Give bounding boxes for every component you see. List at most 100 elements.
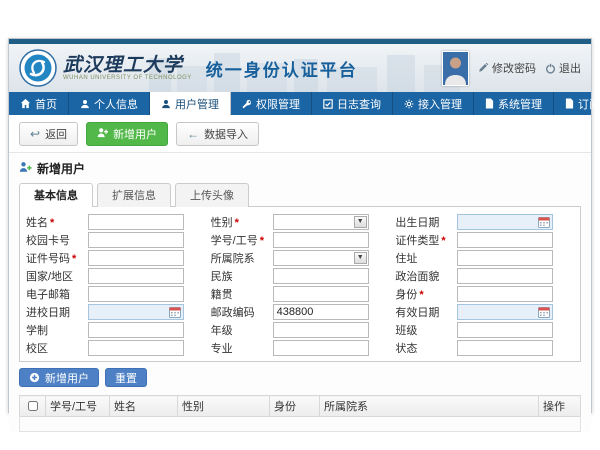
campus-field[interactable] (88, 340, 184, 356)
gear-icon (404, 99, 414, 109)
column-header: 操作 (539, 396, 581, 417)
back-icon: ↩ (30, 128, 40, 140)
entry-date-label: 进校日期 (26, 304, 88, 320)
key-icon (242, 99, 252, 109)
form-cell-class: 班级 (395, 321, 576, 338)
form-cell-valid-date: 有效日期 (395, 303, 576, 320)
form-cell-campus: 校区 (26, 339, 207, 356)
tab-upload-avatar[interactable]: 上传头像 (175, 183, 249, 207)
nav-item-home[interactable]: 首页 (9, 92, 69, 115)
education-length-label: 学制 (26, 322, 88, 338)
political-status-field[interactable] (457, 268, 553, 284)
add-user-toolbar-button[interactable]: 新增用户 (86, 122, 168, 146)
education-length-field[interactable] (88, 322, 184, 338)
grade-field[interactable] (273, 322, 369, 338)
gender-select[interactable]: ▼ (273, 214, 369, 230)
entry-date-field[interactable] (88, 304, 184, 320)
table-header-row: 学号/工号姓名性别身份所属院系操作 (20, 396, 581, 417)
change-password-link[interactable]: 修改密码 (478, 60, 536, 76)
nav-item-access[interactable]: 接入管理 (393, 92, 474, 115)
nav-item-label: 系统管理 (498, 96, 542, 112)
major-label: 专业 (211, 340, 273, 356)
form-cell-student-id: 学号/工号* (211, 231, 392, 248)
change-password-label: 修改密码 (492, 60, 536, 76)
university-name: 武汉理工大学 (63, 55, 192, 75)
email-field[interactable] (88, 286, 184, 302)
nav-item-users[interactable]: 用户管理 (150, 92, 231, 115)
identity-field[interactable] (457, 286, 553, 302)
name-field[interactable] (88, 214, 184, 230)
email-label: 电子邮箱 (26, 286, 88, 302)
form-cell-birth-date: 出生日期 (395, 213, 576, 230)
nav-item-permissions[interactable]: 权限管理 (231, 92, 312, 115)
class-field[interactable] (457, 322, 553, 338)
chevron-down-icon[interactable]: ▼ (354, 216, 367, 228)
nav-item-label: 用户管理 (175, 96, 219, 112)
id-type-field[interactable] (457, 232, 553, 248)
calendar-icon[interactable] (169, 306, 181, 318)
tab-basic-info[interactable]: 基本信息 (19, 183, 93, 207)
tab-extended-info[interactable]: 扩展信息 (97, 183, 171, 207)
user-icon (80, 99, 90, 109)
campus-card-field[interactable] (88, 232, 184, 248)
chevron-down-icon[interactable]: ▼ (354, 252, 367, 264)
status-field[interactable] (457, 340, 553, 356)
submit-add-user-button[interactable]: 新增用户 (19, 368, 99, 387)
reset-button[interactable]: 重置 (105, 368, 147, 387)
nav-item-subscription[interactable]: 订阅管理 (554, 92, 600, 115)
reset-label: 重置 (115, 370, 137, 386)
user-avatar[interactable] (442, 51, 469, 86)
add-user-toolbar-label: 新增用户 (113, 126, 157, 142)
form-grid: 姓名*性别*▼出生日期校园卡号学号/工号*证件类型*证件号码*所属院系▼住址国家… (26, 213, 576, 356)
student-id-field[interactable] (273, 232, 369, 248)
file-icon (565, 98, 574, 109)
address-field[interactable] (457, 250, 553, 266)
table-empty-row (20, 417, 581, 432)
empty-cell (20, 417, 581, 432)
native-place-field[interactable] (273, 286, 369, 302)
power-icon (545, 63, 556, 74)
valid-date-field[interactable] (457, 304, 553, 320)
ethnicity-field[interactable] (273, 268, 369, 284)
country-field[interactable] (88, 268, 184, 284)
form-cell-identity: 身份* (395, 285, 576, 302)
nav-item-label: 个人信息 (94, 96, 138, 112)
form-cell-id-type: 证件类型* (395, 231, 576, 248)
nav-item-label: 日志查询 (337, 96, 381, 112)
department-select[interactable]: ▼ (273, 250, 369, 266)
toolbar: ↩ 返回 新增用户 ← 数据导入 (9, 115, 591, 153)
form-cell-status: 状态 (395, 339, 576, 356)
nav-item-profile[interactable]: 个人信息 (69, 92, 150, 115)
form-cell-department: 所属院系▼ (211, 249, 392, 266)
form-cell-country: 国家/地区 (26, 267, 207, 284)
major-field[interactable] (273, 340, 369, 356)
valid-date-label: 有效日期 (395, 304, 457, 320)
required-asterisk: * (260, 235, 264, 247)
required-asterisk: * (419, 289, 423, 301)
back-button[interactable]: ↩ 返回 (19, 122, 78, 146)
logout-link[interactable]: 退出 (545, 60, 581, 76)
birth-date-field[interactable] (457, 214, 553, 230)
form-cell-address: 住址 (395, 249, 576, 266)
calendar-icon[interactable] (538, 216, 550, 228)
form-cell-campus-card: 校园卡号 (26, 231, 207, 248)
university-name-en: WUHAN UNIVERSITY OF TECHNOLOGY (63, 75, 192, 81)
select-all-checkbox[interactable] (28, 401, 38, 411)
nav-item-logs[interactable]: 日志查询 (312, 92, 393, 115)
nav-item-label: 首页 (35, 96, 57, 112)
data-import-button[interactable]: ← 数据导入 (176, 122, 259, 146)
id-number-field[interactable] (88, 250, 184, 266)
app-window: 武汉理工大学 WUHAN UNIVERSITY OF TECHNOLOGY 统一… (8, 38, 592, 413)
form-cell-name: 姓名* (26, 213, 207, 230)
form-cell-ethnicity: 民族 (211, 267, 392, 284)
column-header: 姓名 (110, 396, 178, 417)
nav-item-system[interactable]: 系统管理 (474, 92, 554, 115)
form-cell-gender: 性别*▼ (211, 213, 392, 230)
postal-code-field[interactable] (273, 304, 369, 320)
calendar-icon[interactable] (538, 306, 550, 318)
nav-bar: 首页个人信息用户管理权限管理日志查询接入管理系统管理订阅管理 (9, 92, 591, 115)
required-asterisk: * (72, 253, 76, 265)
user-table: 学号/工号姓名性别身份所属院系操作 (19, 395, 581, 432)
form-cell-entry-date: 进校日期 (26, 303, 207, 320)
student-id-label: 学号/工号* (211, 232, 273, 248)
